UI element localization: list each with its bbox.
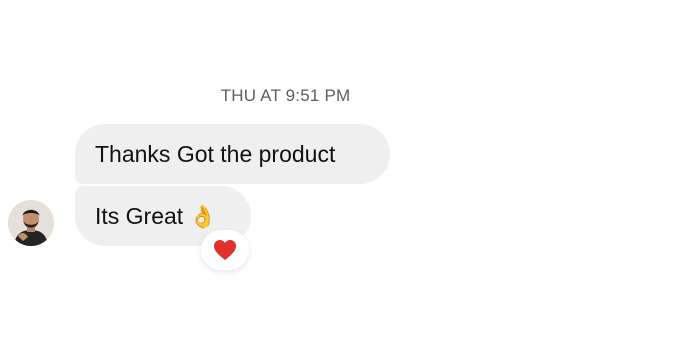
message-text: Thanks Got the product: [95, 141, 336, 167]
avatar[interactable]: [8, 200, 54, 246]
reaction-badge[interactable]: [201, 230, 249, 270]
heart-icon: [214, 240, 236, 260]
message-bubble[interactable]: Thanks Got the product: [75, 124, 390, 184]
avatar-image: [8, 200, 54, 246]
message-text: Its Great: [95, 203, 184, 229]
chat-thread: THU AT 9:51 PM Thanks Got the product It…: [0, 0, 700, 350]
message-timestamp: THU AT 9:51 PM: [220, 86, 351, 105]
